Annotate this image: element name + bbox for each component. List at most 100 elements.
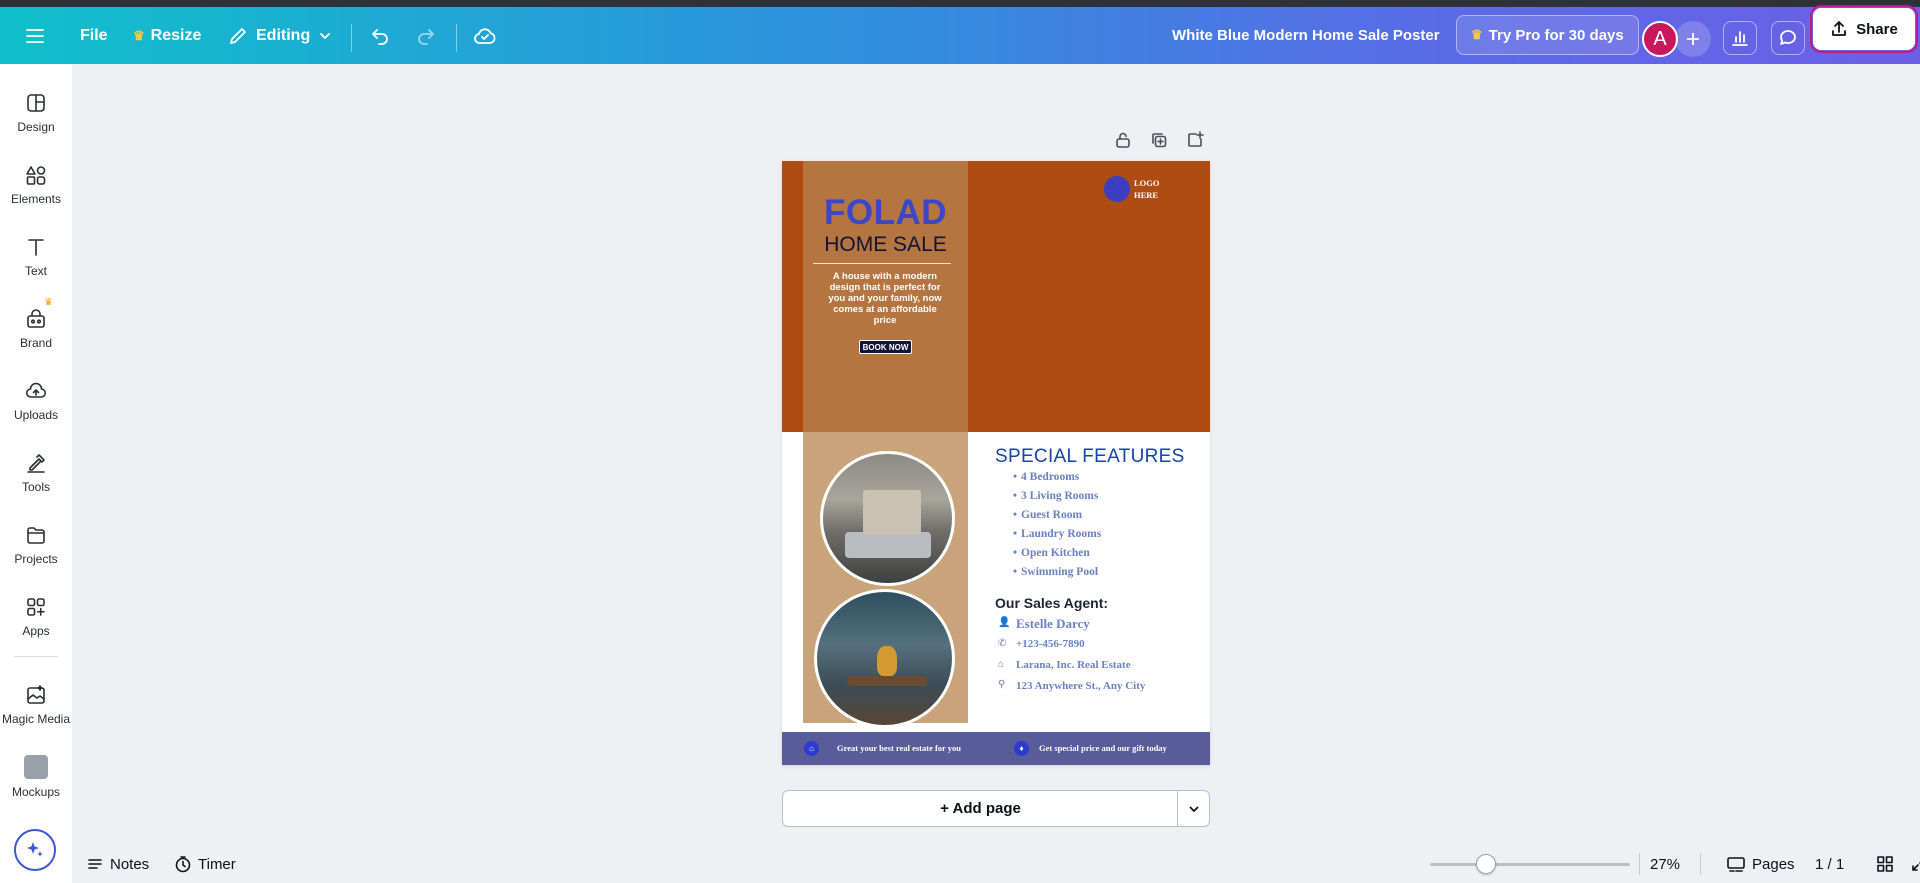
crown-icon: ♛: [133, 27, 145, 43]
magic-assistant-button[interactable]: [14, 829, 56, 871]
poster-description[interactable]: A house with a modern design that is per…: [822, 271, 948, 326]
sidebar-item-elements[interactable]: Elements: [0, 156, 72, 216]
zoom-level-button[interactable]: 27%: [1650, 845, 1680, 883]
footer-left-text[interactable]: Great your best real estate for you: [837, 741, 961, 756]
share-label: Share: [1856, 20, 1898, 38]
sidebar-item-projects[interactable]: Projects: [0, 516, 72, 576]
feature-item[interactable]: 3 Living Rooms: [1021, 490, 1098, 502]
comment-icon: [1780, 30, 1796, 45]
sidebar-item-text[interactable]: Text: [0, 228, 72, 288]
left-sidebar: Design Elements Text Brand ♛ Uploads Too…: [0, 64, 72, 883]
sidebar-item-design[interactable]: Design: [0, 84, 72, 144]
mockups-icon: [24, 755, 48, 779]
fullscreen-button[interactable]: [1910, 845, 1920, 883]
bottom-divider: [1639, 853, 1640, 875]
document-title-text: White Blue Modern Home Sale Poster: [1172, 27, 1440, 44]
grid-view-icon: [1877, 856, 1893, 872]
bed-shape: [845, 532, 931, 558]
cloud-save-status-button[interactable]: [473, 7, 497, 64]
top-toolbar: File ♛ Resize Editing White Blue Modern …: [0, 7, 1920, 64]
brand-icon: [27, 309, 45, 328]
main-menu-button[interactable]: [24, 7, 46, 64]
avatar-letter: A: [1653, 27, 1667, 50]
sidebar-item-brand[interactable]: Brand: [0, 300, 72, 360]
feature-item[interactable]: 4 Bedrooms: [1021, 471, 1079, 483]
poster-logo-text[interactable]: LOGO HERE: [1134, 177, 1174, 201]
zoom-slider-track[interactable]: [1430, 863, 1630, 866]
toolbar-divider: [456, 24, 457, 52]
page-counter[interactable]: 1 / 1: [1815, 845, 1844, 883]
try-pro-button[interactable]: ♛ Try Pro for 30 days: [1456, 15, 1639, 55]
zoom-slider-handle[interactable]: [1476, 854, 1496, 874]
notes-icon: [88, 859, 102, 869]
logo-placeholder-icon[interactable]: [1104, 176, 1130, 202]
agent-phone[interactable]: +123-456-7890: [1016, 638, 1085, 650]
special-features-title[interactable]: SPECIAL FEATURES: [995, 446, 1185, 468]
sidebar-item-label: Projects: [14, 552, 58, 566]
sidebar-item-label: Tools: [21, 480, 50, 494]
grid-view-button[interactable]: [1876, 845, 1894, 883]
resize-button[interactable]: ♛ Resize: [133, 7, 201, 64]
dining-room-photo[interactable]: [814, 589, 955, 728]
file-menu-button[interactable]: File: [80, 7, 108, 64]
notes-button[interactable]: Notes: [86, 845, 149, 883]
feature-item[interactable]: Open Kitchen: [1021, 547, 1090, 559]
sidebar-item-magic-media[interactable]: Magic Media: [0, 676, 72, 736]
add-page-options-button[interactable]: [1177, 790, 1210, 827]
apps-icon: [27, 598, 45, 616]
crown-icon: ♛: [44, 297, 53, 308]
agent-name[interactable]: Estelle Darcy: [1016, 616, 1090, 632]
zoom-level-text: 27%: [1650, 855, 1681, 873]
poster-title[interactable]: FOLAD: [803, 193, 968, 233]
editing-mode-dropdown[interactable]: Editing: [228, 7, 332, 64]
feature-item[interactable]: Guest Room: [1021, 509, 1082, 521]
add-page-icon[interactable]: [1186, 131, 1204, 149]
add-page-button[interactable]: + Add page: [782, 790, 1178, 827]
timer-button[interactable]: Timer: [174, 845, 236, 883]
design-icon: [27, 94, 45, 112]
page-actions: [1114, 131, 1204, 149]
person-icon: 👤: [998, 617, 1011, 628]
poster-subtitle[interactable]: HOME SALE: [803, 233, 968, 257]
agent-company[interactable]: Larana, Inc. Real Estate: [1016, 659, 1131, 671]
sidebar-item-label: Magic Media: [1, 712, 71, 726]
redo-button[interactable]: [415, 7, 437, 64]
gift-icon: ♦: [1014, 741, 1029, 756]
feature-item[interactable]: Swimming Pool: [1021, 566, 1098, 578]
sidebar-item-label: Mockups: [11, 785, 61, 799]
undo-icon: [372, 28, 388, 45]
lock-page-button[interactable]: [1114, 131, 1132, 149]
window-top-strip: [0, 0, 1920, 7]
document-title[interactable]: White Blue Modern Home Sale Poster: [1172, 7, 1440, 64]
poster-design[interactable]: FOLAD HOME SALE A house with a modern de…: [782, 161, 1210, 765]
comments-button[interactable]: [1771, 21, 1805, 55]
sales-agent-title[interactable]: Our Sales Agent:: [995, 595, 1108, 611]
bottom-bar: Notes Timer 27% Pages 1 / 1: [72, 845, 1920, 883]
page-count-text: 1 / 1: [1815, 855, 1845, 873]
plus-icon: [1687, 33, 1699, 45]
vase-shape: [877, 646, 897, 676]
chevron-down-icon: [1189, 806, 1198, 812]
elements-icon: [26, 166, 46, 185]
agent-address[interactable]: 123 Anywhere St., Any City: [1016, 679, 1146, 694]
undo-button[interactable]: [369, 7, 391, 64]
bedroom-photo[interactable]: [820, 451, 955, 586]
sidebar-item-uploads[interactable]: Uploads: [0, 372, 72, 432]
share-upload-icon: [1832, 21, 1847, 36]
editing-label: Editing: [256, 26, 311, 44]
footer-right-text[interactable]: Get special price and our gift today: [1039, 741, 1167, 756]
insights-button[interactable]: [1723, 21, 1757, 55]
poster-book-now-button[interactable]: BOOK NOW: [859, 340, 912, 354]
sidebar-item-tools[interactable]: Tools: [0, 444, 72, 504]
share-button[interactable]: Share: [1810, 5, 1918, 53]
feature-item[interactable]: Laundry Rooms: [1021, 528, 1101, 540]
invite-member-button[interactable]: [1675, 21, 1711, 57]
redo-icon: [418, 28, 434, 45]
sidebar-item-mockups[interactable]: Mockups: [0, 748, 72, 808]
pages-button[interactable]: Pages: [1726, 845, 1795, 883]
duplicate-page-button[interactable]: [1150, 131, 1168, 149]
sparkle-icon: [27, 842, 43, 857]
poster-divider-line: [813, 263, 951, 264]
user-avatar[interactable]: A: [1642, 21, 1678, 57]
sidebar-item-apps[interactable]: Apps: [0, 588, 72, 648]
